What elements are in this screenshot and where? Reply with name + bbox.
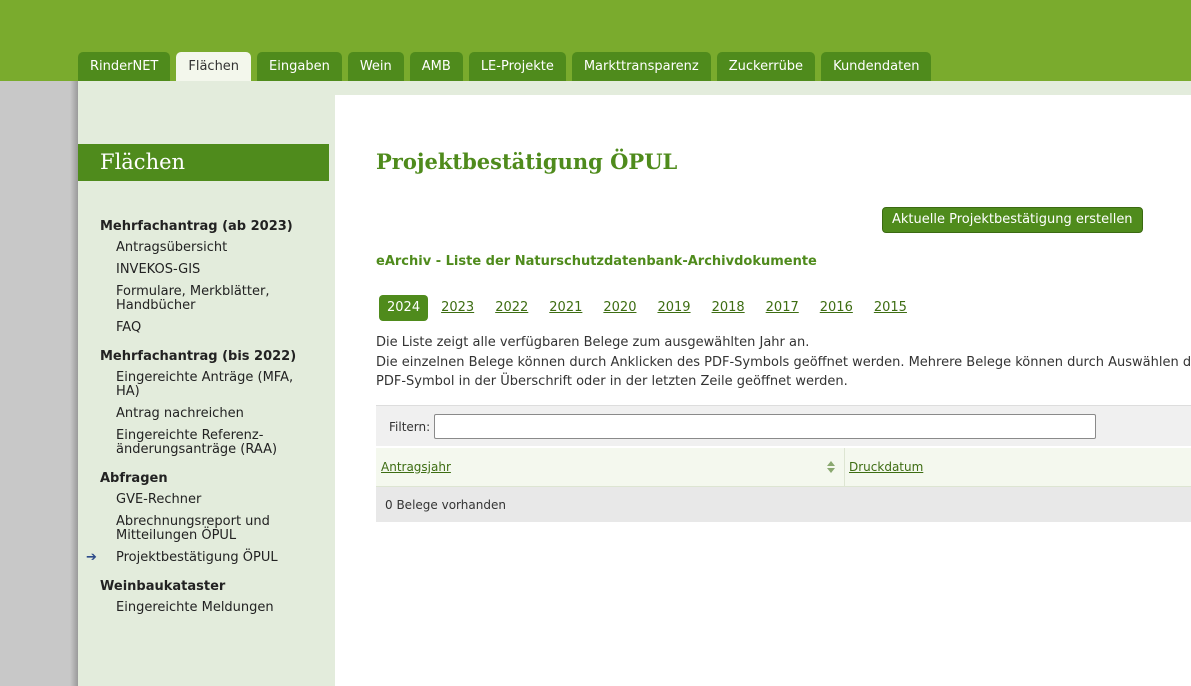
tab-le-projekte[interactable]: LE-Projekte (468, 52, 566, 81)
sidebar-section-heading: Mehrfachantrag (ab 2023) (100, 219, 293, 234)
column-header-druckdatum[interactable]: Druckdatum (849, 460, 923, 474)
year-2019[interactable]: 2019 (649, 295, 698, 321)
sidebar-item[interactable]: Formulare, Merkblätter, Handbücher (78, 285, 329, 313)
sidebar-item[interactable]: Eingereichte Anträge (MFA, HA) (78, 371, 329, 399)
sidebar-title: Flächen (78, 144, 329, 181)
main-tabs: RinderNET Flächen Eingaben Wein AMB LE-Projek… (78, 52, 937, 81)
sidebar-item-label: Eingereichte Meldungen (116, 600, 274, 615)
year-2018[interactable]: 2018 (704, 295, 753, 321)
sidebar-item-label: Abrechnungsreport und Mitteilungen ÖPUL (116, 514, 270, 543)
tab-rindernet[interactable]: RinderNET (78, 52, 171, 81)
tab-zuckerrübe[interactable]: Zuckerrübe (716, 52, 816, 81)
column-header-antragsjahr[interactable]: Antragsjahr (381, 460, 451, 474)
sidebar-item-label: Antrag nachreichen (116, 406, 244, 421)
tab-flächen[interactable]: Flächen (176, 52, 252, 81)
sidebar-item-label: GVE-Rechner (116, 492, 202, 507)
sidebar-section: Mehrfachantrag (bis 2022) Eingereichte An… (78, 349, 329, 457)
sidebar-section-heading: Weinbaukataster (100, 579, 226, 594)
year-selector: 2024 2023 2022 2021 2020 2019 2018 2017 2016 2015 (379, 295, 920, 321)
sidebar-item-label: FAQ (116, 320, 142, 335)
sidebar-section-heading: Mehrfachantrag (bis 2022) (100, 349, 297, 364)
sidebar-item[interactable]: FAQ (78, 321, 329, 335)
year-2017[interactable]: 2017 (758, 295, 807, 321)
sidebar-item-label: Eingereichte Anträge (MFA, HA) (116, 370, 294, 399)
archive-subtitle: eArchiv - Liste der Naturschutzdatenbank… (376, 254, 817, 269)
sidebar-section: Abfragen GVE-Rechner Abrechnungsreport und… (78, 471, 329, 565)
year-2016[interactable]: 2016 (812, 295, 861, 321)
sidebar-item[interactable]: ➔ Projektbestätigung ÖPUL (78, 551, 329, 565)
content-top-strip (335, 81, 1191, 95)
create-confirmation-button[interactable]: Aktuelle Projektbestätigung erstellen (882, 207, 1143, 233)
tab-wein[interactable]: Wein (347, 52, 404, 81)
filter-input[interactable] (434, 414, 1096, 439)
page-margin (0, 81, 78, 686)
table-header: Antragsjahr Druckdatum (376, 448, 1191, 487)
filter-bar: Filtern: (376, 405, 1191, 446)
sidebar-item[interactable]: GVE-Rechner (78, 493, 329, 507)
sidebar-item-label: Eingereichte Referenz-änderungsanträge (… (116, 428, 278, 457)
sidebar-item[interactable]: Eingereichte Referenz-änderungsanträge (… (78, 429, 329, 457)
info-text: Die Liste zeigt alle verfügbaren Belege … (376, 333, 1191, 392)
current-arrow-icon: ➔ (86, 550, 97, 565)
sidebar-section-heading: Abfragen (100, 471, 168, 486)
tab-markttransparenz[interactable]: Markttransparenz (571, 52, 711, 81)
info-line: PDF-Symbol in der Überschrift oder in de… (376, 374, 848, 389)
year-2020[interactable]: 2020 (595, 295, 644, 321)
sidebar-item[interactable]: Eingereichte Meldungen (78, 601, 329, 615)
sidebar-item-label: Antragsübersicht (116, 240, 228, 255)
filter-label: Filtern: (389, 420, 431, 434)
year-2022[interactable]: 2022 (487, 295, 536, 321)
sort-icon[interactable] (826, 460, 836, 474)
sidebar-item-label: Projektbestätigung ÖPUL (116, 550, 278, 565)
sidebar-item-label: Formulare, Merkblätter, Handbücher (116, 284, 270, 313)
info-line: Die einzelnen Belege können durch Anklic… (376, 354, 1191, 370)
year-2015[interactable]: 2015 (866, 295, 915, 321)
year-2023[interactable]: 2023 (433, 295, 482, 321)
main-content: Projektbestätigung ÖPUL Aktuelle Projekt… (335, 95, 1191, 686)
year-2024[interactable]: 2024 (379, 295, 429, 321)
empty-message: 0 Belege vorhanden (385, 498, 506, 512)
sidebar-section: Weinbaukataster Eingereichte Meldungen (78, 579, 329, 615)
sidebar-item[interactable]: Antrag nachreichen (78, 407, 329, 421)
sidebar: Flächen Mehrfachantrag (ab 2023) Antragsü… (78, 81, 335, 686)
sidebar-item[interactable]: INVEKOS-GIS (78, 263, 329, 277)
page-shadow (70, 81, 78, 686)
tab-amb[interactable]: AMB (409, 52, 463, 81)
column-divider (844, 448, 845, 487)
sidebar-item-label: INVEKOS-GIS (116, 262, 201, 277)
sidebar-item[interactable]: Abrechnungsreport und Mitteilungen ÖPUL (78, 515, 329, 543)
tab-eingaben[interactable]: Eingaben (257, 52, 342, 81)
sidebar-section: Mehrfachantrag (ab 2023) Antragsübersicht… (78, 219, 329, 335)
sidebar-nav: Mehrfachantrag (ab 2023) Antragsübersicht… (78, 219, 329, 629)
sidebar-item[interactable]: Antragsübersicht (78, 241, 329, 255)
info-line: Die Liste zeigt alle verfügbaren Belege … (376, 335, 810, 350)
year-2021[interactable]: 2021 (541, 295, 590, 321)
table-empty-row: 0 Belege vorhanden (376, 487, 1191, 522)
tab-kundendaten[interactable]: Kundendaten (821, 52, 932, 81)
page-title: Projektbestätigung ÖPUL (376, 149, 678, 174)
